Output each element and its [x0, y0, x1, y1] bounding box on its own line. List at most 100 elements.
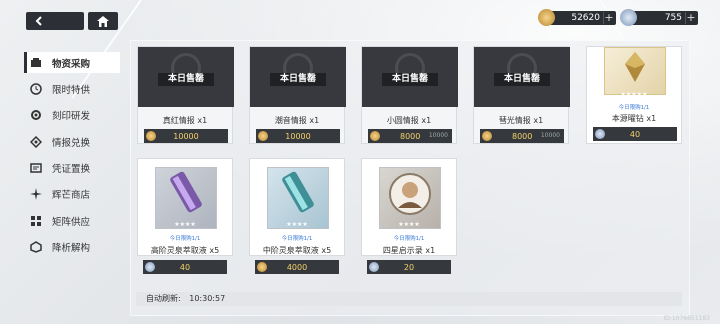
star-rating: ★★★★ [398, 221, 420, 228]
shop-item-card[interactable]: ★★★★ 今日限购1/1 中阶灵泉萃取液 x5 [249, 158, 345, 256]
price-value: 8000 [400, 131, 421, 141]
back-button[interactable] [26, 12, 84, 30]
item-image [604, 47, 666, 95]
teal-extract-icon [282, 171, 314, 213]
item-image [267, 167, 329, 229]
sidebar-item-radiance[interactable]: 辉芒商店 [24, 184, 120, 205]
item-name: 彗光情报 x1 [498, 116, 544, 125]
sidebar-item-matrix[interactable]: 矩阵供应 [24, 210, 120, 231]
purple-extract-icon [170, 171, 202, 213]
price-value: 8000 [512, 131, 533, 141]
item-price: 4000 [255, 260, 339, 274]
radiance-icon [30, 188, 42, 201]
coin-icon [370, 131, 380, 141]
item-name: 四星启示录 x1 [382, 246, 436, 255]
item-name: 本源曜钻 x1 [611, 114, 657, 123]
supplies-icon [30, 57, 42, 69]
price-value: 10000 [173, 131, 199, 141]
original-price: 10000 [540, 132, 560, 139]
item-price: 10000 [256, 129, 340, 143]
sidebar-item-deconstruct[interactable]: 降析解构 [24, 237, 120, 258]
shop-item-card[interactable]: 本日售罄 彗光情报 x1 8000 10000 [473, 46, 570, 144]
auto-refresh-bar: 自动刷新: 10:30:57 [136, 292, 682, 306]
sidebar-item-label: 情报兑换 [52, 137, 91, 149]
coin-icon [257, 262, 267, 272]
engrave-icon [30, 109, 42, 121]
coin-amount: 52620 [571, 13, 600, 23]
star-rating: ★★★★ [286, 221, 308, 228]
soldout-label: 本日售罄 [158, 73, 214, 86]
purchase-limit: 今日限购1/1 [618, 105, 650, 111]
limited-icon [30, 83, 42, 95]
sidebar-item-label: 凭证置换 [52, 164, 91, 176]
soldout-label: 本日售罄 [494, 73, 550, 86]
item-image [155, 167, 217, 229]
coin-add-button[interactable]: + [603, 12, 614, 24]
sidebar-item-engrave[interactable]: 刻印研发 [24, 105, 120, 126]
star-crystal-icon [620, 9, 637, 26]
refresh-time: 10:30:57 [189, 294, 226, 303]
crystal-add-button[interactable]: + [685, 12, 696, 24]
star-crystal-icon [369, 262, 379, 272]
price-value: 4000 [286, 262, 308, 272]
sidebar-item-label: 物资采购 [52, 58, 91, 70]
item-price: 8000 10000 [480, 129, 564, 143]
item-name: 小圆情报 x1 [386, 116, 432, 125]
item-price: 8000 10000 [368, 129, 452, 143]
item-name: 高阶灵泉萃取液 x5 [150, 246, 220, 255]
price-value: 40 [179, 262, 191, 272]
sidebar-item-label: 辉芒商店 [52, 190, 91, 202]
item-name: 潮音情报 x1 [274, 116, 320, 125]
price-value: 40 [629, 129, 641, 139]
back-arrow-icon [35, 16, 42, 26]
revelation-record-icon [389, 173, 431, 215]
sidebar-item-label: 刻印研发 [52, 111, 91, 123]
sidebar-item-supplies[interactable]: 物资采购 [24, 52, 120, 73]
coin-icon [538, 9, 555, 26]
price-value: 10000 [285, 131, 311, 141]
sidebar-item-voucher[interactable]: 凭证置换 [24, 158, 120, 179]
shop-item-card[interactable]: ★★★★★ 今日限购1/1 本源曜钻 x1 40 [586, 46, 682, 144]
star-rating: ★★★★ [174, 221, 196, 228]
coin-icon [482, 131, 492, 141]
item-price: 40 [143, 260, 227, 274]
coin-icon [146, 131, 156, 141]
shop-item-card[interactable]: 本日售罄 潮音情报 x1 10000 [249, 46, 346, 144]
refresh-label: 自动刷新: [146, 294, 181, 303]
item-price: 10000 [144, 129, 228, 143]
sidebar-item-label: 矩阵供应 [52, 216, 91, 228]
item-name: 真红情报 x1 [162, 116, 208, 125]
coin-icon [258, 131, 268, 141]
crystal-currency: 755 + [620, 9, 698, 26]
item-image [379, 167, 441, 229]
shop-item-card[interactable]: ★★★★ 今日限购1/1 高阶灵泉萃取液 x5 [137, 158, 233, 256]
origin-diamond-icon [625, 52, 645, 82]
home-icon [97, 15, 109, 27]
sidebar-item-intel[interactable]: 情报兑换 [24, 131, 120, 152]
sidebar-item-label: 限时特供 [52, 84, 91, 96]
sidebar-item-label: 降析解构 [52, 243, 91, 255]
user-id: ID:1076651183 [663, 315, 710, 322]
item-price: 40 [593, 127, 677, 141]
crystal-amount: 755 [664, 13, 682, 23]
intel-icon [30, 135, 42, 148]
purchase-limit: 今日限购1/1 [393, 236, 425, 242]
soldout-label: 本日售罄 [270, 73, 326, 86]
coin-currency: 52620 + [538, 9, 616, 26]
shop-item-card[interactable]: ★★★★ 今日限购1/1 四星启示录 x1 [361, 158, 457, 256]
shop-item-card[interactable]: 本日售罄 真红情报 x1 10000 [137, 46, 234, 144]
star-rating: ★★★★★ [620, 91, 648, 98]
purchase-limit: 今日限购1/1 [281, 236, 313, 242]
soldout-label: 本日售罄 [382, 73, 438, 86]
item-price: 20 [367, 260, 451, 274]
shop-item-card[interactable]: 本日售罄 小圆情报 x1 8000 10000 [361, 46, 458, 144]
price-value: 20 [403, 262, 415, 272]
purchase-limit: 今日限购1/1 [169, 236, 201, 242]
home-button[interactable] [88, 12, 118, 30]
star-crystal-icon [145, 262, 155, 272]
voucher-icon [30, 162, 42, 174]
original-price: 10000 [428, 132, 448, 139]
deconstruct-icon [30, 241, 42, 254]
star-crystal-icon [595, 129, 605, 139]
sidebar-item-limited[interactable]: 限时特供 [24, 78, 120, 99]
